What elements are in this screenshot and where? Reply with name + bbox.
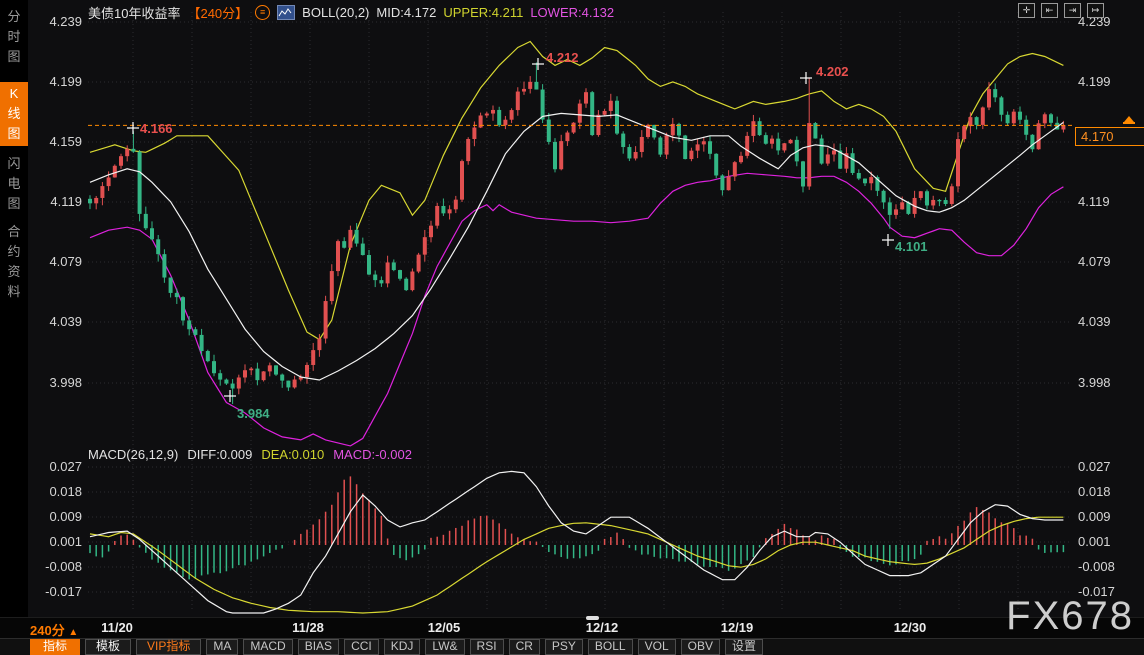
toolbar-button-indicators[interactable]: 指标 [30, 639, 80, 655]
toolbar-button-obv[interactable]: OBV [681, 639, 720, 655]
toolbar-button-cr[interactable]: CR [509, 639, 540, 655]
x-axis-date: 11/28 [292, 620, 324, 635]
y-axis-label: 4.079 [28, 254, 82, 269]
y-axis-label: 0.001 [28, 534, 82, 549]
toolbar-button-vip-indicators[interactable]: VIP指标 [136, 639, 201, 655]
price-annotation: 3.984 [237, 406, 270, 421]
price-pin-icon [1124, 116, 1134, 122]
y-axis-label: 4.079 [1078, 254, 1138, 269]
sidebar-tab-label: K线图 [7, 84, 21, 144]
y-axis-label: 0.009 [1078, 509, 1138, 524]
y-axis-label: 4.039 [1078, 314, 1138, 329]
toolbar-button-kdj[interactable]: KDJ [384, 639, 421, 655]
chart-title: 美债10年收益率 [88, 3, 180, 22]
toolbar-button-macd[interactable]: MACD [243, 639, 292, 655]
x-axis-date: 12/12 [586, 620, 619, 635]
jump-latest-icon[interactable]: ↦ [1087, 3, 1104, 18]
y-axis-label: 4.199 [28, 74, 82, 89]
current-price-box: 4.170 [1075, 127, 1144, 146]
annotations-layer: 4.166 4.212 4.202 4.101 3.984 [127, 50, 928, 421]
mini-chart-icon[interactable] [277, 5, 295, 20]
price-annotation: 4.202 [816, 64, 849, 79]
y-axis-label: 0.018 [1078, 484, 1138, 499]
sidebar-tab-label: 合约资料 [7, 222, 21, 302]
period-selector-label: 240分 [30, 623, 65, 638]
sidebar-tab-label: 分时图 [7, 7, 21, 67]
sidebar-tab-contract-info[interactable]: 合约资料 [0, 220, 28, 304]
macd-header: MACD(26,12,9) DIFF:0.009 DEA:0.010 MACD:… [88, 447, 412, 462]
chevron-up-icon: ▲ [68, 627, 78, 638]
y-axis-label: 4.199 [1078, 74, 1138, 89]
toolbar-button-vol[interactable]: VOL [638, 639, 676, 655]
toolbar-button-lwr[interactable]: LW& [425, 639, 464, 655]
period-selector[interactable]: 240分 ▲ [30, 620, 78, 639]
toolbar-button-ma[interactable]: MA [206, 639, 238, 655]
toolbar-button-settings[interactable]: 设置 [725, 639, 763, 655]
candles-layer [88, 62, 1065, 404]
sidebar-tab-flash-chart[interactable]: 闪电图 [0, 152, 28, 216]
sidebar-tab-kline-chart[interactable]: K线图 [0, 82, 28, 146]
sidebar: 分时图 K线图闪电图合约资料 [0, 0, 28, 617]
zoom-in-horizontal-icon[interactable]: ⇥ [1064, 3, 1081, 18]
pan-icon[interactable]: ✛ [1018, 3, 1035, 18]
x-axis-date: 12/19 [721, 620, 754, 635]
toolbar-button-cci[interactable]: CCI [344, 639, 379, 655]
toolbar-button-bias[interactable]: BIAS [298, 639, 339, 655]
boll-upper-line [90, 42, 1063, 340]
y-axis-label: 3.998 [1078, 375, 1138, 390]
chart-header: 美债10年收益率 【240分】 ≡ BOLL(20,2) MID:4.172 U… [88, 3, 614, 22]
y-axis-label: 4.159 [28, 134, 82, 149]
chart-canvas[interactable]: 4.166 4.212 4.202 4.101 3.984 [0, 0, 1144, 655]
y-axis-label: 0.027 [1078, 459, 1138, 474]
y-axis-label: 3.998 [28, 375, 82, 390]
indicator-toolbar: 指标模板 VIP指标 MA MACD BIAS CCI KDJLW&RSI CR PSY BOLL… [0, 638, 1144, 655]
y-axis-label: 0.009 [28, 509, 82, 524]
boll-upper-value: UPPER:4.211 [443, 5, 523, 20]
y-axis-label: 4.039 [28, 314, 82, 329]
toolbar-button-boll[interactable]: BOLL [588, 639, 633, 655]
x-axis-date: 12/05 [428, 620, 461, 635]
y-axis-label: 4.119 [1078, 194, 1138, 209]
y-axis-label: -0.008 [1078, 559, 1138, 574]
macd-macd-value: MACD:-0.002 [333, 447, 412, 462]
toolbar-button-rsi[interactable]: RSI [470, 639, 504, 655]
chart-tools: ✛ ⇤ ⇥ ↦ [1018, 3, 1104, 18]
y-axis-label: 0.018 [28, 484, 82, 499]
y-axis-label: 4.119 [28, 194, 82, 209]
watermark: FX678 [1006, 594, 1134, 639]
y-axis-label: 4.239 [28, 14, 82, 29]
y-axis-label: -0.008 [28, 559, 82, 574]
toolbar-button-templates[interactable]: 模板 [85, 639, 131, 655]
toolbar-button-psy[interactable]: PSY [545, 639, 583, 655]
macd-formula: MACD(26,12,9) [88, 447, 178, 462]
macd-diff-value: DIFF:0.009 [187, 447, 252, 462]
sidebar-tab-label: 闪电图 [7, 154, 21, 214]
y-axis-label: -0.017 [28, 584, 82, 599]
zoom-out-horizontal-icon[interactable]: ⇤ [1041, 3, 1058, 18]
boll-label: BOLL(20,2) [302, 5, 369, 20]
x-axis-date: 12/30 [894, 620, 927, 635]
macd-dea-value: DEA:0.010 [261, 447, 324, 462]
x-axis-date: 11/20 [101, 620, 133, 635]
boll-lower-value: LOWER:4.132 [530, 5, 614, 20]
boll-lower-line [90, 173, 1063, 446]
price-annotation: 4.101 [895, 239, 928, 254]
date-axis: 240分 ▲ 11/20 11/28 12/05 12/12 12/19 12/30 [0, 617, 1144, 638]
boll-mid-value: MID:4.172 [376, 5, 436, 20]
y-axis-label: 0.001 [1078, 534, 1138, 549]
price-annotation: 4.166 [140, 121, 173, 136]
app-window: 4.1664.2124.2024.1013.984 分时图K线图闪电图合约资料 … [0, 0, 1144, 655]
price-annotation: 4.212 [546, 50, 579, 65]
y-axis-label: 0.027 [28, 459, 82, 474]
circle-menu-icon[interactable]: ≡ [255, 5, 270, 20]
sidebar-tab-time-share-chart[interactable]: 分时图 [0, 5, 28, 69]
period-label: 【240分】 [187, 3, 248, 22]
